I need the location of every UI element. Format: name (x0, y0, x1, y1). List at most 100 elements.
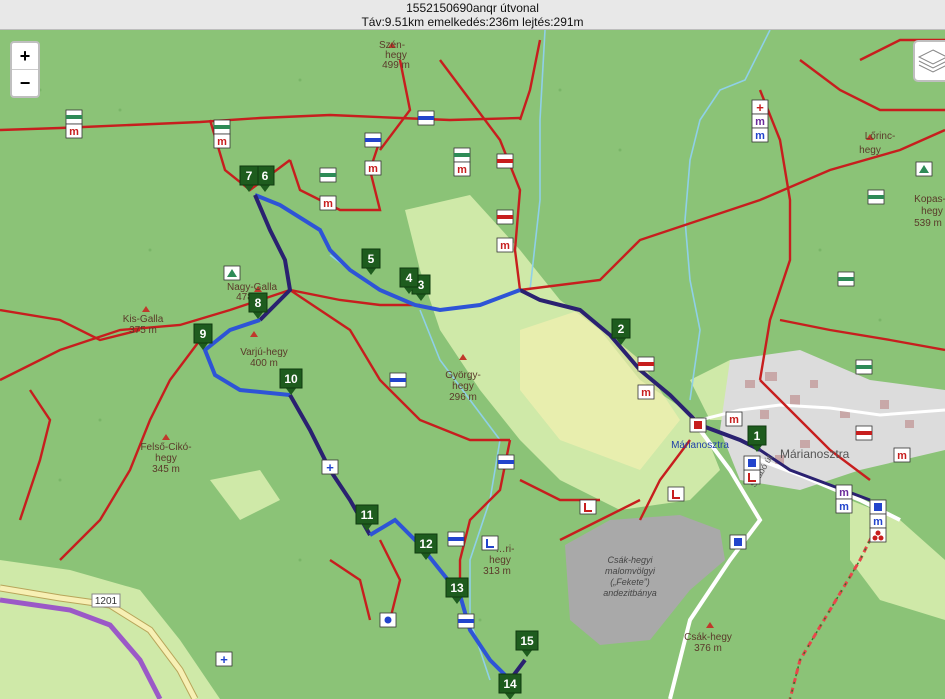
layers-button[interactable] (913, 40, 945, 82)
svg-text:m: m (69, 126, 79, 138)
quarry-label-line2: malomvölgyi (605, 566, 656, 576)
blaze-blue-square (743, 455, 761, 471)
station-label: Márianosztra (671, 440, 729, 451)
peak-name: György- (445, 370, 481, 381)
peak-name-suffix: hegy (489, 555, 511, 566)
svg-text:m: m (500, 240, 510, 252)
peak-elevation: 375 m (129, 325, 157, 336)
blaze-blue (497, 454, 515, 470)
svg-text:m: m (873, 516, 883, 528)
blaze-red-m: m (496, 237, 514, 253)
waypoint-label: 6 (262, 169, 269, 183)
peak-name: Kopas- (914, 194, 945, 205)
svg-text:m: m (755, 116, 765, 128)
waypoint-label: 8 (255, 296, 262, 310)
blaze-purple-m: m (835, 484, 853, 500)
blaze-red-l (579, 499, 597, 515)
blaze-green (837, 271, 855, 287)
blaze-green (65, 109, 83, 125)
route-title: 1552150690anqr útvonal (406, 1, 539, 15)
peak-elevation: 345 m (152, 464, 180, 475)
waypoint-label: 11 (361, 508, 374, 522)
village-label: Márianosztra (780, 447, 850, 461)
blaze-red-square (689, 417, 707, 433)
svg-text:m: m (729, 414, 739, 426)
blaze-red-m: m (637, 384, 655, 400)
peak-elevation: 400 m (250, 358, 278, 369)
layers-icon (917, 49, 945, 73)
blaze-green-triangle (915, 161, 933, 177)
blaze-blue (389, 372, 407, 388)
blaze-blue-l (481, 535, 499, 551)
blaze-red-cross: + (751, 99, 769, 115)
peak-elevation: 499 m (382, 60, 410, 71)
route-header: 1552150690anqr útvonal Táv:9.51km emelke… (0, 0, 945, 30)
blaze-purple-m: m (751, 113, 769, 129)
waypoint-label: 5 (368, 252, 375, 266)
blaze-green (855, 359, 873, 375)
blaze-red-m: m (453, 161, 471, 177)
blaze-blue (364, 132, 382, 148)
quarry-label-line4: andezitbánya (603, 588, 657, 598)
svg-text:m: m (839, 501, 849, 513)
blaze-blue-cross: + (321, 459, 339, 475)
svg-text:m: m (368, 163, 378, 175)
blaze-green (319, 167, 337, 183)
waypoint-label: 1 (754, 429, 761, 443)
svg-text:m: m (897, 450, 907, 462)
blaze-red (496, 209, 514, 225)
peak-name-suffix: hegy (452, 381, 474, 392)
blaze-red-l (743, 469, 761, 485)
blaze-red-l (667, 486, 685, 502)
svg-text:m: m (839, 487, 849, 499)
blaze-blue-dot (379, 612, 397, 628)
zoom-control: + − (10, 41, 40, 98)
blaze-red-circles (869, 527, 887, 543)
waypoint-label: 15 (520, 634, 534, 648)
peak-name: Kis-Galla (123, 314, 164, 325)
blaze-green-triangle (223, 265, 241, 281)
svg-text:m: m (217, 136, 227, 148)
waypoint-label: 10 (284, 372, 298, 386)
blaze-blue (417, 110, 435, 126)
waypoint-label: 4 (406, 271, 413, 285)
route-stats: Táv:9.51km emelkedés:236m lejtés:291m (361, 15, 584, 29)
zoom-in-button[interactable]: + (12, 43, 38, 69)
blaze-red-m: m (364, 160, 382, 176)
blaze-red (637, 356, 655, 372)
svg-text:m: m (323, 198, 333, 210)
blaze-green (867, 189, 885, 205)
blaze-red (496, 153, 514, 169)
waypoint-label: 3 (418, 278, 425, 292)
zoom-out-button[interactable]: − (12, 69, 38, 96)
map-canvas[interactable]: Szén- hegy 499 m Nagy-Galla 478 m Kis-Ga… (0, 30, 945, 699)
svg-text:m: m (641, 387, 651, 399)
peak-name: Felső-Cikó- (140, 442, 191, 453)
waypoint-label: 14 (503, 677, 517, 691)
peak-name-suffix: hegy (921, 206, 943, 217)
blaze-green (453, 147, 471, 163)
blaze-blue-square (729, 534, 747, 550)
waypoint-label: 9 (200, 327, 207, 341)
blaze-blue-cross: + (215, 651, 233, 667)
blaze-blue-m: m (835, 498, 853, 514)
peak-elevation: 313 m (483, 566, 511, 577)
blaze-red-m: m (725, 411, 743, 427)
blaze-red-m: m (893, 447, 911, 463)
svg-text:m: m (755, 130, 765, 142)
waypoint-label: 2 (618, 322, 625, 336)
blaze-green (213, 119, 231, 135)
blaze-blue (447, 531, 465, 547)
peak-elevation: 539 m (914, 218, 942, 229)
blaze-red-m: m (213, 133, 231, 149)
blaze-blue-m: m (751, 127, 769, 143)
waypoint-label: 12 (419, 537, 433, 551)
waypoint-label: 7 (246, 169, 253, 183)
blaze-red-m: m (319, 195, 337, 211)
peak-name: Csák-hegy (684, 632, 732, 643)
peak-name: Lőrinc- (865, 131, 896, 142)
quarry-label-line3: („Fekete”) (610, 577, 650, 587)
svg-text:m: m (457, 164, 467, 176)
blaze-blue-square (869, 499, 887, 515)
blaze-red (855, 425, 873, 441)
